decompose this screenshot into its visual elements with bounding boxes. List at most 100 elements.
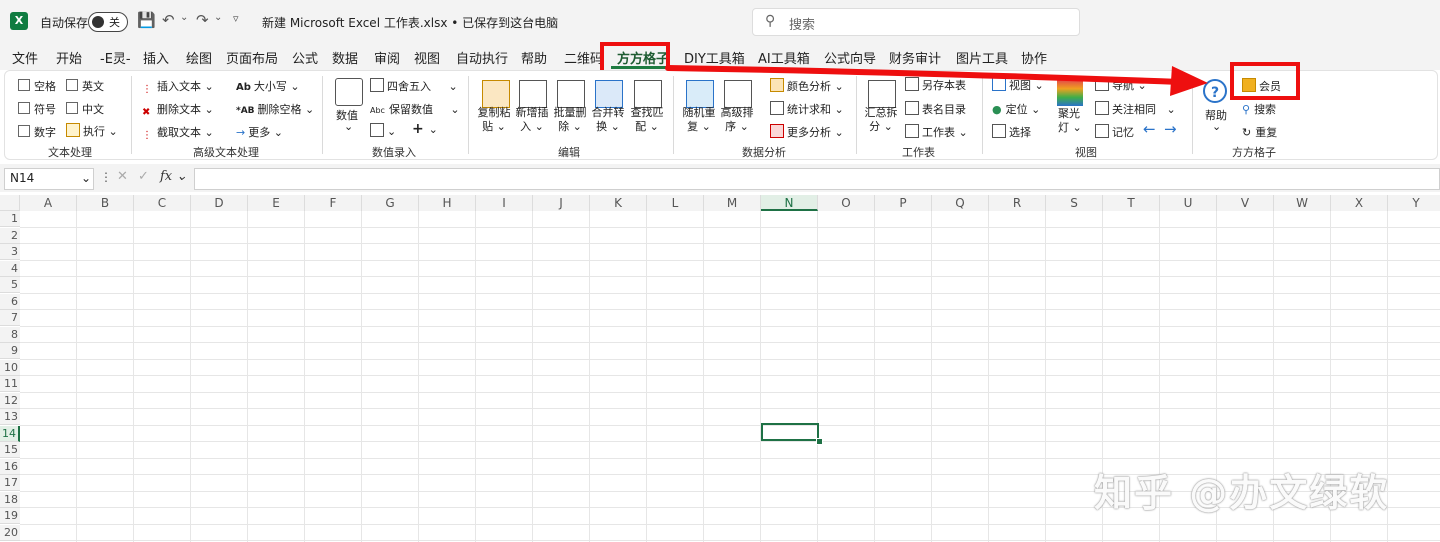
column-header[interactable]: B [77, 195, 134, 211]
column-header[interactable]: H [419, 195, 476, 211]
repeat-button[interactable]: ↻ 重复 [1242, 124, 1277, 140]
name-box[interactable]: N14 ⌄ [4, 168, 94, 190]
column-header[interactable]: M [704, 195, 761, 211]
number-dropdown-icon[interactable]: ⌄ [344, 120, 353, 133]
select-button[interactable]: 选择 [992, 124, 1031, 140]
extract-text-button[interactable]: ⋮ 截取文本 ⌄ [142, 124, 214, 142]
autosave-toggle[interactable]: 关 [88, 12, 128, 32]
tab-item[interactable]: 文件 [12, 48, 38, 67]
checkbox-chinese[interactable]: 中文 [66, 101, 104, 117]
tab-item[interactable]: 绘图 [186, 48, 212, 67]
column-header[interactable]: R [989, 195, 1046, 211]
forward-arrow-icon[interactable]: → [1164, 120, 1177, 138]
column-header[interactable]: L [647, 195, 704, 211]
help-dropdown-icon[interactable]: ⌄ [1212, 120, 1221, 133]
customize-quick-access-icon[interactable]: ▿ [233, 12, 239, 25]
tab-item[interactable]: 审阅 [374, 48, 400, 67]
row-header[interactable]: 20 [0, 525, 20, 541]
row-header[interactable]: 12 [0, 393, 20, 409]
formula-input[interactable] [194, 168, 1440, 190]
row-header[interactable]: 1 [0, 211, 20, 227]
insert-function-icon[interactable]: fx ⌄ [160, 169, 187, 184]
undo-icon[interactable]: ↶ [162, 11, 175, 29]
column-header[interactable]: T [1103, 195, 1160, 211]
column-header[interactable]: A [20, 195, 77, 211]
keep-value-button[interactable]: Abc 保留数值 ⌄ [370, 101, 460, 117]
redo-icon[interactable]: ↷ [196, 11, 209, 29]
remove-spaces-button[interactable]: *AB 删除空格 ⌄ [236, 101, 314, 117]
checkbox-symbol[interactable]: 符号 [18, 101, 56, 117]
formula-options-icon[interactable]: ⋮ [100, 170, 112, 184]
row-header[interactable]: 13 [0, 409, 20, 425]
undo-dropdown-icon[interactable]: ⌄ [180, 12, 188, 23]
confirm-icon[interactable]: ✓ [138, 169, 149, 184]
execute-button[interactable]: 执行 ⌄ [66, 123, 118, 139]
tab-item[interactable]: 数据 [332, 48, 358, 67]
row-header[interactable]: 15 [0, 442, 20, 458]
column-header[interactable]: O [818, 195, 875, 211]
find-match-button[interactable]: 查找匹配 ⌄ [630, 106, 664, 134]
back-arrow-icon[interactable]: ← [1143, 120, 1156, 138]
column-header[interactable]: Q [932, 195, 989, 211]
add-button[interactable]: + ⌄ [412, 121, 438, 137]
selected-cell[interactable] [761, 423, 819, 441]
spotlight-button[interactable]: 聚光灯 ⌄ [1058, 107, 1084, 135]
row-header[interactable]: 6 [0, 294, 20, 310]
tab-item[interactable]: -E灵- [100, 48, 131, 67]
column-header[interactable]: V [1217, 195, 1274, 211]
column-header[interactable]: Y [1388, 195, 1440, 211]
summary-split-button[interactable]: 汇总拆分 ⌄ [864, 106, 898, 134]
row-header[interactable]: 3 [0, 244, 20, 260]
round-button[interactable]: 四舍五入 ⌄ [370, 78, 458, 94]
save-icon[interactable]: 💾 [137, 11, 156, 29]
column-header[interactable]: K [590, 195, 647, 211]
sheet-directory-button[interactable]: 表名目录 [905, 101, 966, 117]
stat-sum-button[interactable]: 统计求和 ⌄ [770, 101, 844, 117]
search-button[interactable]: ⚲ 搜索 [1242, 101, 1276, 117]
random-repeat-button[interactable]: 随机重复 ⌄ [682, 106, 716, 134]
row-header[interactable]: 7 [0, 310, 20, 326]
column-header[interactable]: X [1331, 195, 1388, 211]
row-header[interactable]: 4 [0, 261, 20, 277]
row-header[interactable]: 10 [0, 360, 20, 376]
checkbox-number[interactable]: 数字 [18, 124, 56, 140]
column-header[interactable]: E [248, 195, 305, 211]
tab-item[interactable]: 插入 [143, 48, 169, 67]
insert-text-button[interactable]: ⋮ 插入文本 ⌄ [142, 78, 214, 96]
row-header[interactable]: 11 [0, 376, 20, 392]
locate-button[interactable]: ● 定位 ⌄ [992, 101, 1040, 117]
name-box-dropdown-icon[interactable]: ⌄ [81, 171, 91, 185]
column-header[interactable]: U [1160, 195, 1217, 211]
batch-delete-button[interactable]: 批量删除 ⌄ [553, 106, 587, 134]
select-all-corner[interactable] [0, 195, 20, 211]
tab-item[interactable]: 页面布局 [226, 48, 278, 67]
copy-paste-button[interactable]: 复制粘贴 ⌄ [477, 106, 511, 134]
column-header[interactable]: C [134, 195, 191, 211]
column-header[interactable]: D [191, 195, 248, 211]
column-header[interactable]: I [476, 195, 533, 211]
more-text-button[interactable]: → 更多 ⌄ [236, 124, 283, 140]
row-header[interactable]: 17 [0, 475, 20, 491]
checkbox-space[interactable]: 空格 [18, 78, 56, 94]
column-header[interactable]: W [1274, 195, 1331, 211]
tab-item[interactable]: 开始 [56, 48, 82, 67]
worksheet-button[interactable]: 工作表 ⌄ [905, 124, 968, 140]
cancel-icon[interactable]: ✕ [117, 169, 128, 184]
insert-new-button[interactable]: 新增插入 ⌄ [515, 106, 549, 134]
column-header[interactable]: S [1046, 195, 1103, 211]
watch-same-button[interactable]: 关注相同 ⌄ [1095, 101, 1176, 117]
delete-text-button[interactable]: ✖ 删除文本 ⌄ [142, 101, 214, 119]
row-header[interactable]: 16 [0, 459, 20, 475]
column-header[interactable]: J [533, 195, 590, 211]
fill-handle[interactable] [816, 438, 823, 445]
row-header[interactable]: 19 [0, 508, 20, 524]
column-header[interactable]: N [761, 195, 818, 211]
search-box[interactable]: ⚲ 搜索 [752, 8, 1080, 36]
tab-item[interactable]: 公式 [292, 48, 318, 67]
checkbox-english[interactable]: 英文 [66, 78, 104, 94]
case-button[interactable]: Ab 大小写 ⌄ [236, 78, 300, 94]
row-header[interactable]: 18 [0, 492, 20, 508]
more-analysis-button[interactable]: 更多分析 ⌄ [770, 124, 844, 140]
memory-button[interactable]: 记忆 [1095, 124, 1134, 140]
advanced-sort-button[interactable]: 高级排序 ⌄ [720, 106, 754, 134]
